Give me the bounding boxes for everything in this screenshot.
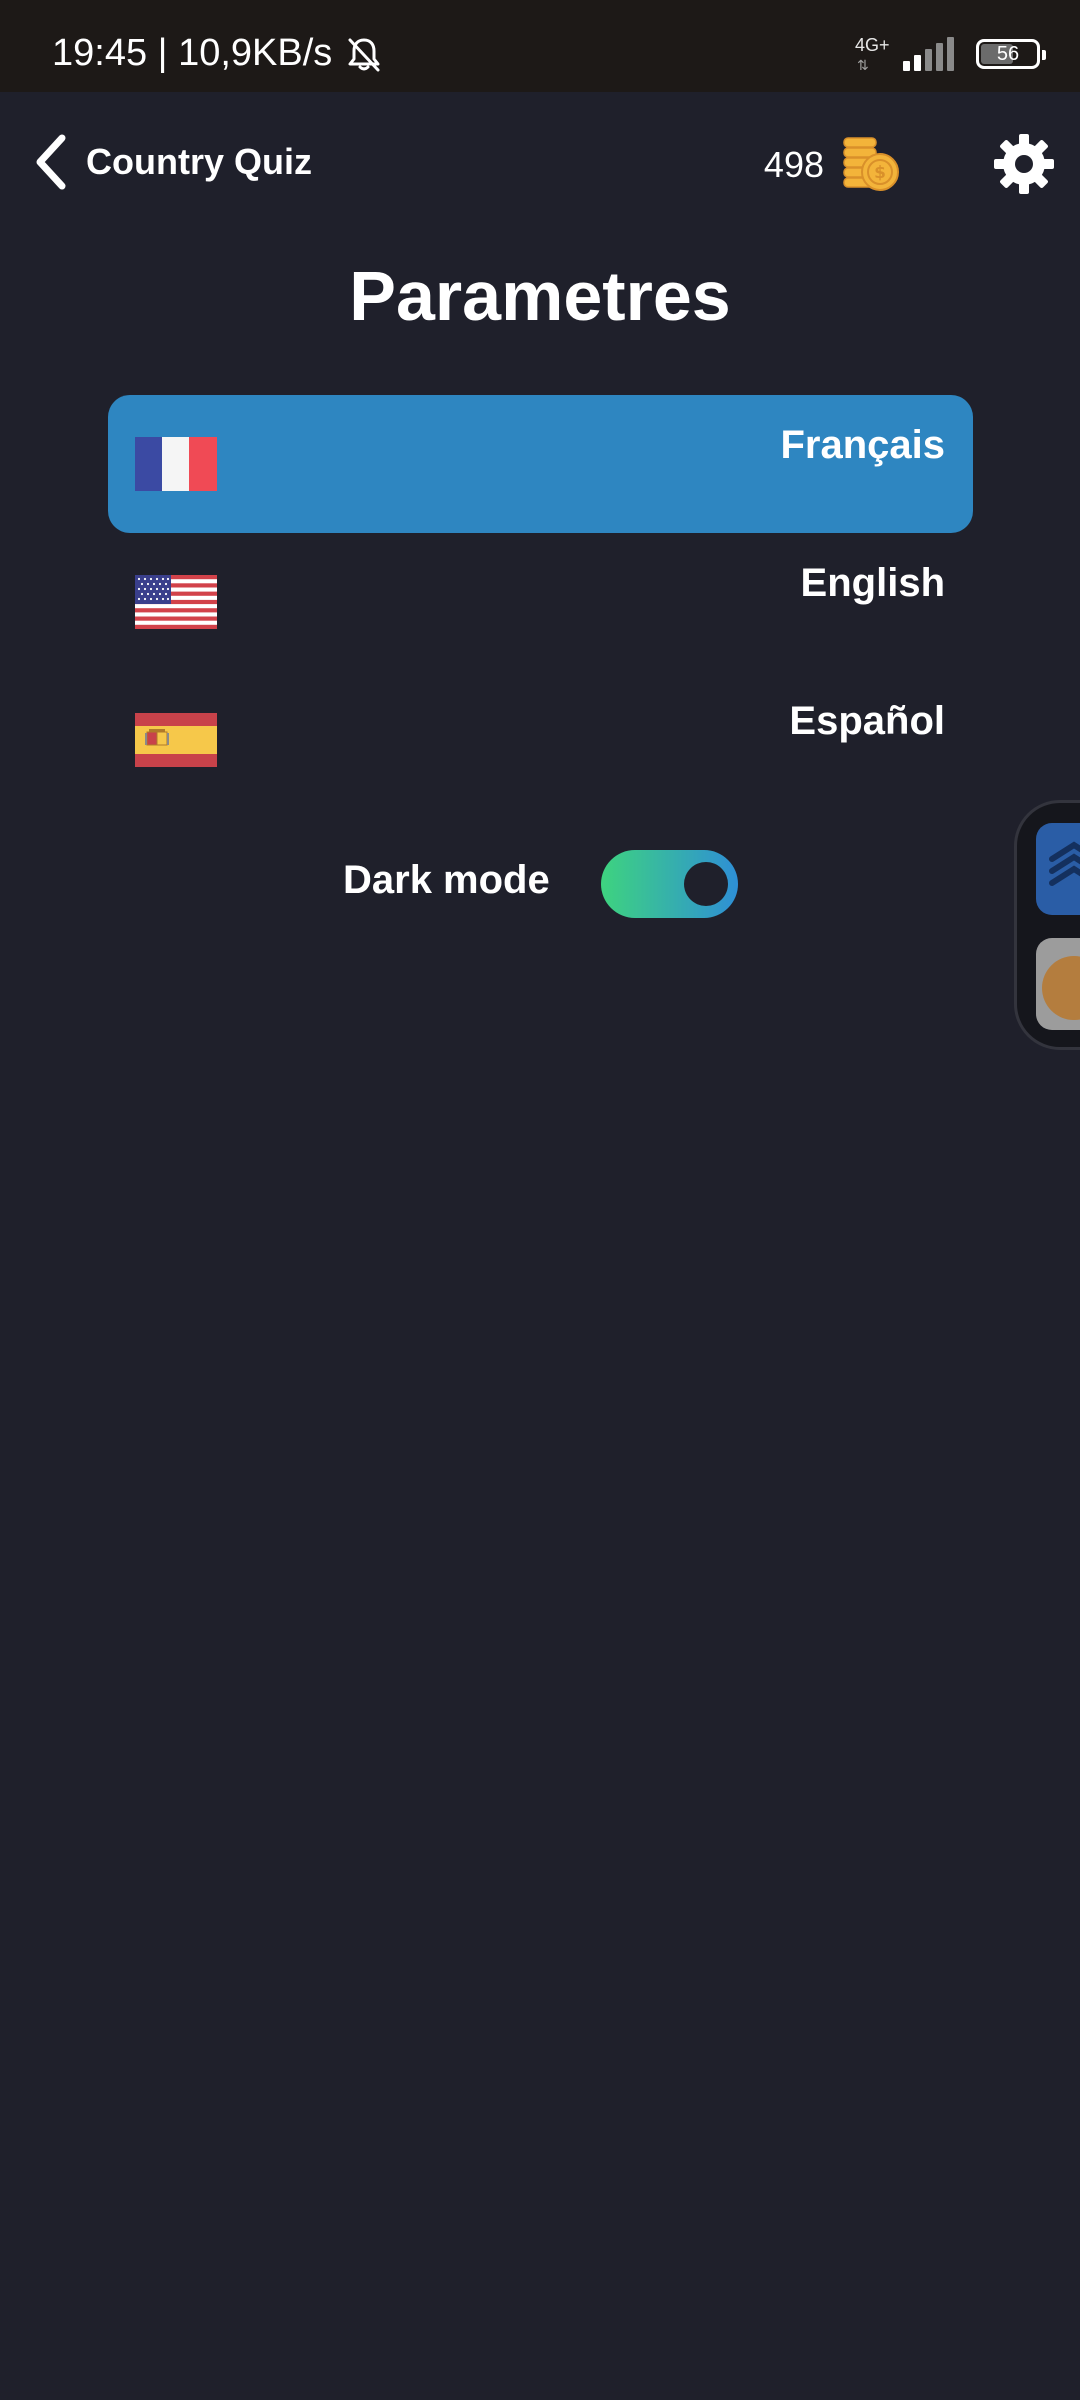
status-right: 4G+ ⇅ 56	[855, 35, 1046, 73]
floating-app-1-icon[interactable]	[1036, 823, 1080, 915]
language-label: English	[800, 561, 945, 605]
battery-level: 56	[996, 42, 1020, 65]
toggle-knob	[684, 862, 728, 906]
language-item-english[interactable]: English	[108, 533, 973, 671]
language-label: Español	[789, 699, 945, 743]
flag-spain-icon	[135, 713, 217, 767]
signal-strength-icon	[903, 37, 954, 71]
dark-mode-label: Dark mode	[343, 858, 550, 902]
dark-mode-toggle[interactable]	[601, 850, 738, 918]
coin-icon	[1042, 956, 1080, 1020]
coin-balance: 498 $	[764, 136, 900, 194]
language-list: Français English Español	[108, 395, 973, 809]
battery-icon: 56	[976, 39, 1046, 69]
coin-count: 498	[763, 144, 824, 185]
bell-muted-icon	[344, 34, 384, 74]
data-arrows-icon: ⇅	[857, 57, 869, 73]
floating-app-2-icon[interactable]	[1036, 938, 1080, 1030]
back-button[interactable]: Country Quiz	[32, 132, 312, 192]
dark-mode-row: Dark mode	[0, 848, 1080, 920]
settings-gear-icon[interactable]	[992, 132, 1056, 196]
network-type-indicator: 4G+ ⇅	[855, 35, 890, 73]
status-left: 19:45 | 10,9KB/s	[52, 32, 384, 75]
flag-usa-icon	[135, 575, 217, 629]
svg-text:$: $	[874, 163, 886, 183]
status-time-and-speed: 19:45 | 10,9KB/s	[52, 32, 333, 74]
language-item-espanol[interactable]: Español	[108, 671, 973, 809]
app-title: Country Quiz	[86, 141, 312, 182]
network-type-label: 4G+	[855, 35, 890, 55]
page-title: Parametres	[349, 257, 731, 335]
status-bar: 19:45 | 10,9KB/s 4G+ ⇅ 56	[0, 0, 1080, 92]
floating-app-panel[interactable]	[1014, 800, 1080, 1050]
language-item-francais[interactable]: Français	[108, 395, 973, 533]
chevron-left-icon	[36, 134, 66, 190]
app-header: Country Quiz 498 $	[0, 92, 1080, 232]
coin-stack-icon: $	[840, 136, 900, 194]
language-label: Français	[780, 423, 945, 467]
flag-france-icon	[135, 437, 217, 491]
